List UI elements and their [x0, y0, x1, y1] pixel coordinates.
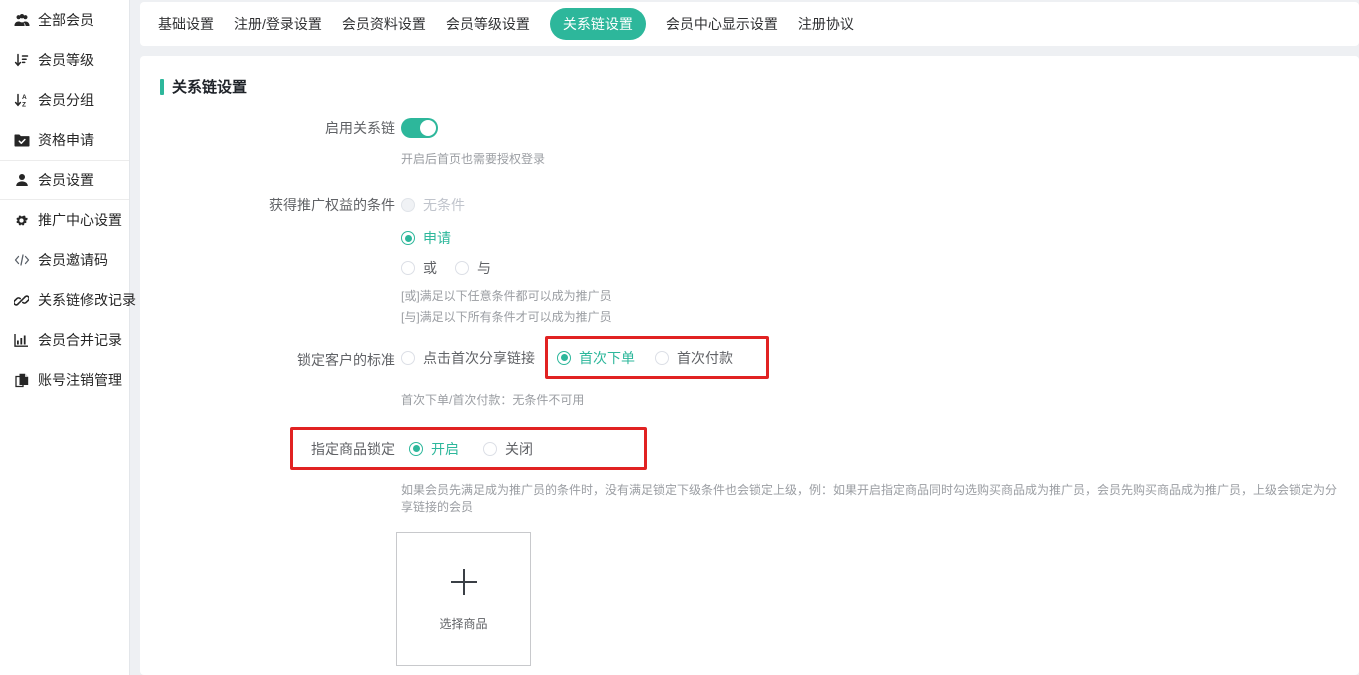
radio-first-payment[interactable]: 首次付款 [655, 348, 733, 368]
radio-product-lock-off[interactable]: 关闭 [483, 439, 533, 459]
radio-dot [655, 351, 669, 365]
radio-product-lock-on[interactable]: 开启 [409, 439, 459, 459]
select-product-button[interactable]: 选择商品 [396, 532, 531, 666]
lock-standard-label: 锁定客户的标准 [160, 336, 401, 408]
code-icon [13, 252, 30, 268]
sidebar-item-account-cancel[interactable]: 账号注销管理 [0, 360, 129, 400]
enable-chain-toggle[interactable] [401, 118, 438, 138]
folder-check-icon [13, 132, 30, 148]
sidebar-item-chain-records[interactable]: 关系链修改记录 [0, 280, 129, 320]
enable-chain-row: 启用关系链 开启后首页也需要授权登录 [160, 118, 1339, 167]
link-icon [13, 292, 30, 308]
sidebar-item-invite-code[interactable]: 会员邀请码 [0, 240, 129, 280]
promotion-condition-row: 获得推广权益的条件 无条件 申请 或 与 [160, 195, 1339, 325]
sidebar-item-all-members[interactable]: 全部会员 [0, 0, 129, 40]
lock-standard-row: 锁定客户的标准 点击首次分享链接 首次下单 首次付款 [160, 336, 1339, 408]
sidebar-item-member-level[interactable]: 会员等级 [0, 40, 129, 80]
radio-dot [455, 261, 469, 275]
sidebar-item-label: 资格申请 [38, 130, 94, 150]
radio-first-order[interactable]: 首次下单 [557, 348, 635, 368]
radio-dot [401, 231, 415, 245]
radio-dot [401, 261, 415, 275]
tab-member-level-settings[interactable]: 会员等级设置 [446, 8, 530, 40]
settings-tab-bar: 基础设置 注册/登录设置 会员资料设置 会员等级设置 关系链设置 会员中心显示设… [140, 2, 1359, 46]
radio-dot [401, 198, 415, 212]
tab-basic-settings[interactable]: 基础设置 [158, 8, 214, 40]
file-copy-icon [13, 372, 30, 388]
highlight-box-lock-options: 首次下单 首次付款 [545, 336, 769, 379]
radio-no-condition[interactable]: 无条件 [401, 195, 465, 215]
users-icon [13, 12, 30, 28]
tab-member-center-display-settings[interactable]: 会员中心显示设置 [666, 8, 778, 40]
condition-help-or: [或]满足以下任意条件都可以成为推广员 [401, 287, 612, 304]
sidebar-item-merge-records[interactable]: 会员合并记录 [0, 320, 129, 360]
user-icon [13, 172, 30, 188]
svg-text:A: A [22, 94, 27, 101]
radio-first-share-link[interactable]: 点击首次分享链接 [401, 348, 535, 368]
select-product-label: 选择商品 [439, 615, 487, 632]
radio-and[interactable]: 与 [455, 258, 491, 278]
lock-standard-help: 首次下单/首次付款：无条件不可用 [401, 391, 769, 408]
promotion-condition-label: 获得推广权益的条件 [160, 195, 401, 325]
tab-register-login-settings[interactable]: 注册/登录设置 [234, 8, 322, 40]
gear-icon [13, 212, 30, 228]
product-lock-label: 指定商品锁定 [303, 439, 395, 459]
sidebar-item-member-settings[interactable]: 会员设置 [0, 160, 129, 200]
section-title-bar [160, 79, 164, 95]
radio-apply[interactable]: 申请 [401, 228, 612, 248]
radio-dot [557, 351, 571, 365]
sidebar-item-label: 推广中心设置 [38, 210, 122, 230]
condition-help-and: [与]满足以下所有条件才可以成为推广员 [401, 308, 612, 325]
sidebar: 全部会员 会员等级 AZ 会员分组 资格申请 会员设置 推广中心设置 会员邀请 [0, 0, 130, 675]
sidebar-item-member-group[interactable]: AZ 会员分组 [0, 80, 129, 120]
sidebar-item-label: 会员等级 [38, 50, 94, 70]
sidebar-item-label: 会员合并记录 [38, 330, 122, 350]
radio-dot [409, 442, 423, 456]
radio-dot [483, 442, 497, 456]
relationship-chain-settings-panel: 关系链设置 启用关系链 开启后首页也需要授权登录 获得推广权益的条件 无条件 申… [140, 56, 1359, 675]
chart-bar-icon [13, 332, 30, 348]
product-lock-help: 如果会员先满足成为推广员的条件时，没有满足锁定下级条件也会锁定上级，例：如果开启… [401, 481, 1339, 515]
radio-dot [401, 351, 415, 365]
highlight-box-product-lock: 指定商品锁定 开启 关闭 [290, 427, 647, 470]
sidebar-item-label: 账号注销管理 [38, 370, 122, 390]
sort-amount-icon [13, 52, 30, 68]
toggle-knob [420, 120, 436, 136]
main-area: 基础设置 注册/登录设置 会员资料设置 会员等级设置 关系链设置 会员中心显示设… [140, 0, 1359, 675]
tab-member-profile-settings[interactable]: 会员资料设置 [342, 8, 426, 40]
enable-chain-help: 开启后首页也需要授权登录 [401, 150, 545, 167]
sidebar-item-label: 会员邀请码 [38, 250, 108, 270]
sidebar-item-label: 会员分组 [38, 90, 94, 110]
plus-icon [449, 567, 479, 597]
tab-relationship-chain-settings[interactable]: 关系链设置 [550, 8, 646, 40]
sidebar-item-label: 会员设置 [38, 170, 94, 190]
tab-register-agreement[interactable]: 注册协议 [798, 8, 854, 40]
enable-chain-label: 启用关系链 [160, 118, 401, 167]
radio-or[interactable]: 或 [401, 258, 437, 278]
svg-text:Z: Z [22, 102, 26, 108]
sidebar-item-label: 关系链修改记录 [38, 290, 136, 310]
section-title: 关系链设置 [160, 76, 1339, 97]
sidebar-item-label: 全部会员 [38, 10, 94, 30]
sidebar-item-promotion-center[interactable]: 推广中心设置 [0, 200, 129, 240]
sidebar-item-qualification[interactable]: 资格申请 [0, 120, 129, 160]
sort-alpha-icon: AZ [13, 92, 30, 108]
